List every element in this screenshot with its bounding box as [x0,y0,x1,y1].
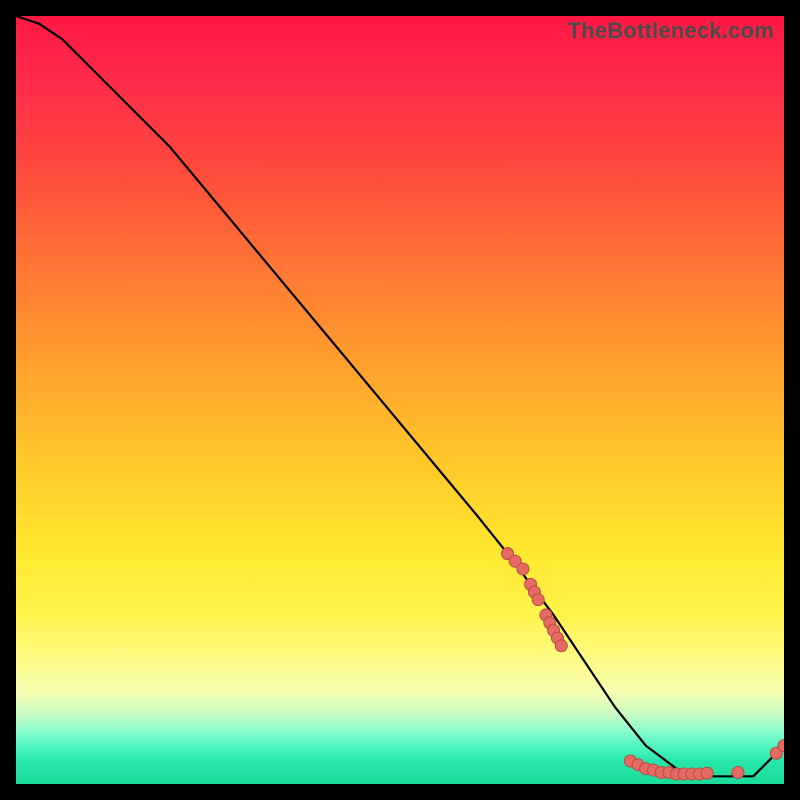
chart-container: TheBottleneck.com [0,0,800,800]
data-point-marker [701,767,713,779]
bottleneck-curve-line [16,16,784,776]
plot-area: TheBottleneck.com [16,16,784,784]
curve-markers [502,548,784,780]
data-point-marker [517,563,529,575]
data-point-marker [732,766,744,778]
curve-layer [16,16,784,784]
data-point-marker [555,640,567,652]
data-point-marker [532,594,544,606]
